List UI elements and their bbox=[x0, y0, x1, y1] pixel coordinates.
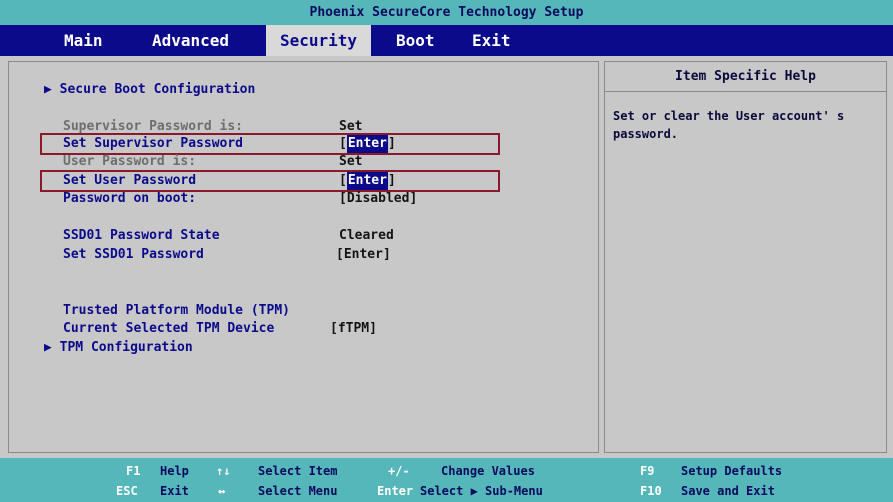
set-supervisor-password-value[interactable]: [Enter] bbox=[339, 135, 396, 153]
enter-highlight: Enter bbox=[346, 172, 388, 190]
set-user-password-value[interactable]: [Enter] bbox=[339, 172, 396, 190]
item-help-panel: Item Specific Help Set or clear the User… bbox=[604, 61, 887, 453]
help-hint: Help bbox=[160, 464, 189, 478]
ssd-password-state-value: Cleared bbox=[339, 228, 394, 243]
current-tpm-device-item[interactable]: Current Selected TPM Device bbox=[63, 320, 274, 338]
bracket-close: ] bbox=[387, 136, 396, 151]
tab-exit[interactable]: Exit bbox=[458, 25, 525, 56]
tab-security[interactable]: Security bbox=[266, 25, 372, 56]
plus-minus-key: +/- bbox=[388, 464, 410, 478]
set-supervisor-password-item[interactable]: Set Supervisor Password bbox=[63, 135, 243, 153]
select-submenu-hint: Select ▶ Sub-Menu bbox=[420, 484, 543, 498]
bracket-open: [ bbox=[339, 136, 347, 151]
select-item-hint: Select Item bbox=[258, 464, 338, 478]
esc-key: ESC bbox=[116, 484, 138, 498]
setup-defaults-hint: Setup Defaults bbox=[681, 464, 783, 478]
enter-key: Enter bbox=[377, 484, 414, 498]
exit-hint: Exit bbox=[160, 484, 189, 498]
status-bar: F1 Help ↑↓ Select Item +/- Change Values… bbox=[0, 458, 893, 502]
help-text: Set or clear the User account' s passwor… bbox=[613, 109, 845, 141]
change-values-hint: Change Values bbox=[441, 464, 535, 478]
secure-boot-configuration-item[interactable]: ▶ Secure Boot Configuration bbox=[44, 81, 255, 99]
tpm-configuration-item[interactable]: ▶ TPM Configuration bbox=[44, 339, 193, 357]
left-right-arrows-icon: ↔ bbox=[218, 484, 226, 498]
bracket-open: [ bbox=[339, 173, 347, 188]
tab-advanced[interactable]: Advanced bbox=[138, 25, 243, 56]
password-on-boot-value[interactable]: [Disabled] bbox=[339, 190, 417, 208]
set-user-password-item[interactable]: Set User Password bbox=[63, 172, 196, 190]
f1-key: F1 bbox=[126, 464, 141, 478]
current-tpm-device-value[interactable]: [fTPM] bbox=[330, 320, 377, 338]
save-and-exit-hint: Save and Exit bbox=[681, 484, 775, 498]
tab-boot[interactable]: Boot bbox=[382, 25, 449, 56]
help-title: Item Specific Help bbox=[605, 62, 886, 92]
tab-main[interactable]: Main bbox=[50, 25, 117, 56]
select-menu-hint: Select Menu bbox=[258, 484, 338, 498]
ssd-password-state-label: SSD01 Password State bbox=[63, 228, 220, 243]
set-ssd-password-item[interactable]: Set SSD01 Password bbox=[63, 246, 204, 264]
menu-bar: Main Advanced Security Boot Exit bbox=[0, 25, 893, 56]
tpm-heading: Trusted Platform Module (TPM) bbox=[63, 303, 290, 318]
password-on-boot-item[interactable]: Password on boot: bbox=[63, 190, 196, 208]
f9-key: F9 bbox=[640, 464, 655, 478]
user-password-status-label: User Password is: bbox=[63, 154, 197, 169]
set-ssd-password-value[interactable]: [Enter] bbox=[336, 246, 391, 264]
bracket-close: ] bbox=[387, 173, 396, 188]
f10-key: F10 bbox=[640, 484, 662, 498]
user-password-status-value: Set bbox=[339, 154, 363, 169]
setup-title: Phoenix SecureCore Technology Setup bbox=[0, 0, 893, 25]
enter-highlight: Enter bbox=[346, 135, 388, 153]
setup-screen: ▶ Secure Boot Configuration Supervisor P… bbox=[0, 56, 893, 458]
up-down-arrows-icon: ↑↓ bbox=[216, 464, 231, 478]
